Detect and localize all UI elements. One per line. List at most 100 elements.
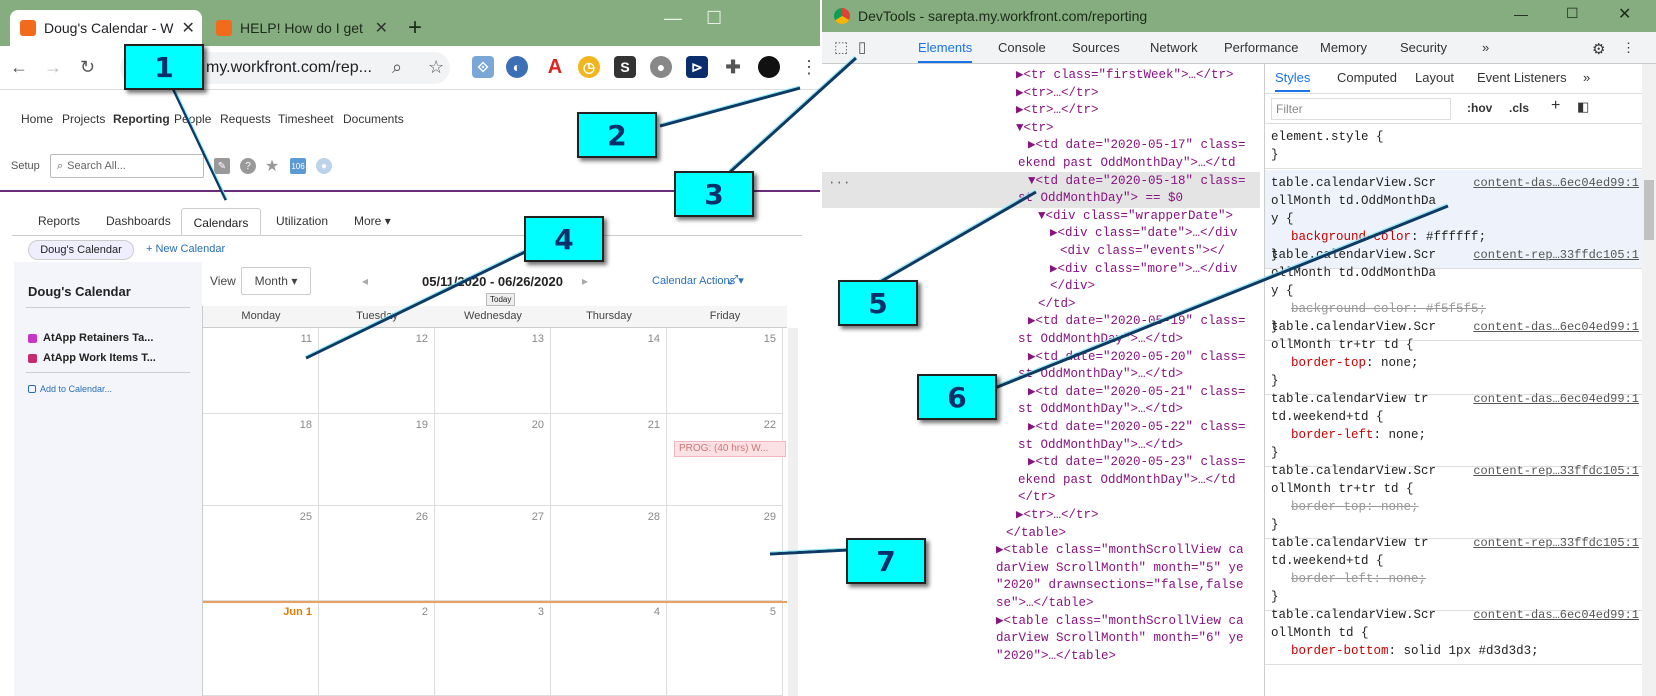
more-tabs-icon[interactable]: » [1482, 40, 1489, 55]
dom-node-line[interactable]: </div> [1050, 277, 1095, 296]
tab-utilization[interactable]: Utilization [276, 214, 328, 228]
user-avatar-icon[interactable]: ● [316, 158, 332, 174]
css-source-link[interactable]: content-das…6ec04ed99:1 [1473, 606, 1639, 624]
maximize-icon[interactable]: ☐ [706, 8, 722, 29]
css-source-link[interactable]: content-rep…33ffdc105:1 [1473, 534, 1639, 552]
dom-node-line[interactable]: ▶<tr class="firstWeek">…</tr> [1016, 66, 1234, 85]
nav-timesheet[interactable]: Timesheet [278, 112, 334, 126]
css-rule[interactable]: table.calendarView.ScrollMonth td {conte… [1265, 602, 1645, 665]
nav-requests[interactable]: Requests [220, 112, 271, 126]
dom-node-line[interactable]: ▶<td date="2020-05-23" class= [1028, 453, 1246, 472]
minimize-icon[interactable]: — [1514, 6, 1528, 22]
dom-node-line[interactable]: "2020" drawnsections="false,false [996, 576, 1244, 595]
dom-node-line[interactable]: ▶<td date="2020-05-22" class= [1028, 418, 1246, 437]
nav-projects[interactable]: Projects [62, 112, 105, 126]
day-cell[interactable]: 5 [667, 601, 783, 696]
dom-node-line[interactable]: ▼<tr> [1016, 119, 1054, 138]
close-icon[interactable]: ✕ [375, 18, 388, 38]
css-rule[interactable]: element.style {} [1265, 124, 1645, 169]
dom-node-line[interactable]: darView ScrollMonth" month="6" ye [996, 629, 1244, 648]
dom-node-line[interactable]: ▶<div class="date">…</div [1050, 224, 1238, 243]
prev-arrow-icon[interactable]: ◂ [362, 274, 368, 288]
tab-more[interactable]: More ▾ [354, 214, 391, 228]
css-source-link[interactable]: content-rep…33ffdc105:1 [1473, 462, 1639, 480]
browser-tab-help[interactable]: HELP! How do I get ✕ [206, 10, 398, 46]
reload-icon[interactable]: ↻ [80, 57, 95, 78]
nav-people[interactable]: People [174, 112, 211, 126]
extension-icon[interactable]: ● [650, 56, 672, 78]
today-button[interactable]: Today [486, 293, 516, 306]
day-cell[interactable]: 11 [203, 328, 319, 414]
tab-security[interactable]: Security [1400, 40, 1447, 55]
day-cell[interactable]: 27 [435, 506, 551, 601]
day-cell[interactable]: 26 [319, 506, 435, 601]
extension-icon[interactable]: ◐ [506, 56, 528, 78]
dom-node-line[interactable]: ▶<td date="2020-05-20" class= [1028, 348, 1246, 367]
dom-node-line[interactable]: st OddMonthDay">…</td> [1018, 330, 1183, 349]
dom-node-line[interactable]: ekend past OddMonthDay">…</td [1018, 154, 1236, 173]
dom-node-line[interactable]: st OddMonthDay"> == $0 [1018, 189, 1183, 208]
tab-network[interactable]: Network [1150, 40, 1198, 55]
day-cell[interactable]: 29 [667, 506, 783, 601]
dom-node-line[interactable]: ekend past OddMonthDay">…</td [1018, 471, 1236, 490]
menu-kebab-icon[interactable]: ⋮ [1622, 40, 1635, 56]
cls-toggle[interactable]: .cls [1509, 101, 1529, 115]
tab-elements[interactable]: Elements [918, 40, 973, 63]
close-icon[interactable]: ✕ [1618, 4, 1631, 24]
browser-tab-calendar[interactable]: Doug's Calendar - W ✕ [10, 10, 202, 46]
dom-node-line[interactable]: <div class="events"></ [1060, 242, 1225, 261]
setup-link[interactable]: Setup [11, 160, 40, 172]
day-cell[interactable]: 14 [551, 328, 667, 414]
calendar-pill[interactable]: Doug's Calendar [28, 240, 134, 260]
dom-node-line[interactable]: </td> [1038, 295, 1076, 314]
dom-node-line[interactable]: ▶<div class="more">…</div [1050, 260, 1238, 279]
device-toolbar-icon[interactable]: ▯ [858, 38, 866, 56]
tab-console[interactable]: Console [998, 40, 1046, 55]
bookmark-star-icon[interactable]: ☆ [428, 57, 444, 78]
hov-toggle[interactable]: :hov [1467, 101, 1492, 115]
dom-node-line[interactable]: ▼<div class="wrapperDate"> [1038, 207, 1233, 226]
close-icon[interactable]: ✕ [182, 18, 195, 38]
css-source-link[interactable]: content-das…6ec04ed99:1 [1473, 318, 1639, 336]
tab-dashboards[interactable]: Dashboards [106, 214, 171, 228]
dom-node-line[interactable]: ▶<table class="monthScrollView ca [996, 612, 1244, 631]
inspect-element-icon[interactable]: ⬚ [834, 38, 848, 56]
day-cell[interactable]: 28 [551, 506, 667, 601]
css-source-link[interactable]: content-das…6ec04ed99:1 [1473, 390, 1639, 408]
tab-calendars[interactable]: Calendars [181, 208, 261, 236]
view-mode-select[interactable]: Month ▾ [241, 267, 311, 295]
day-cell[interactable]: 20 [435, 414, 551, 506]
new-tab-button[interactable]: + [408, 14, 422, 42]
css-property[interactable]: border-top: none; [1271, 354, 1639, 372]
css-source-link[interactable]: content-das…6ec04ed99:1 [1473, 174, 1639, 192]
tab-memory[interactable]: Memory [1320, 40, 1367, 55]
notification-badge[interactable]: 106 [290, 158, 306, 174]
extension-a-icon[interactable]: A [544, 56, 566, 78]
minimize-icon[interactable]: — [664, 8, 682, 29]
day-cell[interactable]: 2 [319, 601, 435, 696]
ellipsis-icon[interactable]: ··· [828, 174, 851, 193]
event-bar[interactable]: PROG: (40 hrs) W... [674, 441, 786, 457]
dom-node-line[interactable]: ▶<td date="2020-05-19" class= [1028, 312, 1246, 331]
tab-computed[interactable]: Computed [1337, 70, 1397, 85]
settings-gear-icon[interactable]: ⚙ [1592, 40, 1605, 58]
tab-styles[interactable]: Styles [1275, 70, 1311, 92]
zoom-icon[interactable]: ⌕ [392, 57, 402, 78]
day-cell[interactable]: 3 [435, 601, 551, 696]
dom-node-line[interactable]: st OddMonthDay">…</td> [1018, 436, 1183, 455]
extension-s-icon[interactable]: S [614, 56, 636, 78]
dom-node-line[interactable]: darView ScrollMonth" month="5" ye [996, 559, 1244, 578]
search-input[interactable]: ⌕ Search All... [50, 154, 204, 178]
dom-node-line[interactable]: </table> [1006, 524, 1066, 543]
timer-icon[interactable]: ◷ [578, 56, 600, 78]
menu-kebab-icon[interactable]: ⋮ [800, 57, 818, 78]
dom-node-line[interactable]: ▶<tr>…</tr> [1016, 101, 1099, 120]
forward-icon[interactable]: → [44, 57, 62, 78]
star-icon[interactable]: ★ [264, 158, 280, 175]
tab-performance[interactable]: Performance [1224, 40, 1298, 55]
css-source-link[interactable]: content-rep…33ffdc105:1 [1473, 246, 1639, 264]
css-property[interactable]: border-left: none; [1271, 570, 1639, 588]
dom-node-line[interactable]: se">…</table> [996, 594, 1094, 613]
add-to-calendar-link[interactable]: Add to Calendar... [28, 384, 112, 394]
day-cell[interactable]: 22 [667, 414, 783, 506]
